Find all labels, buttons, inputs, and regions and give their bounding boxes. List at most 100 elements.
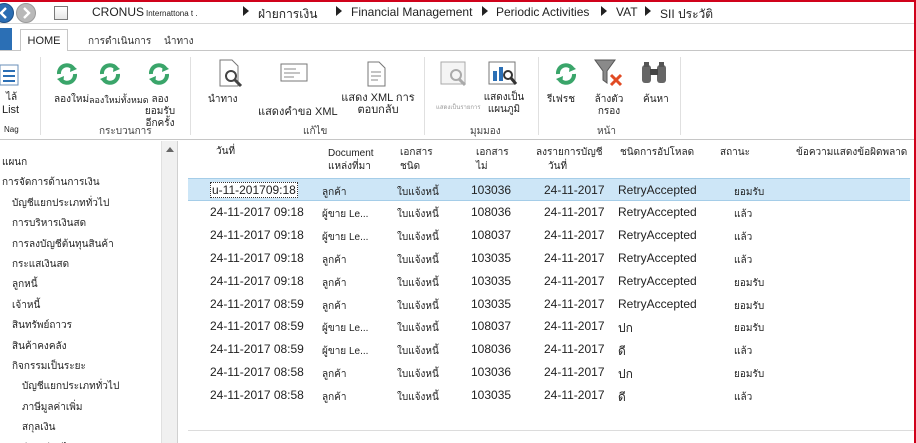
breadcrumb-sii-history[interactable]: SII ประวัติ [660, 5, 713, 24]
table-row[interactable]: 24-11-2017 09:18 ลูกค้า ใบแจ้งหนี้ 103035 24… [188, 247, 910, 270]
ribbon: ไล้ List Nag ลองใหม่ ลองใหม่ทั้งหมด ลองย… [0, 50, 914, 140]
ribbon-separator [40, 57, 41, 135]
table-row[interactable]: 24-11-2017 08:58 ลูกค้า ใบแจ้งหนี้ 103035 24… [188, 384, 910, 407]
show-as-chart-button[interactable]: แสดงเป็นแผนภูมิ [482, 92, 526, 116]
breadcrumb-financial-management[interactable]: Financial Management [351, 5, 472, 19]
cell-source: ลูกค้า [322, 392, 347, 404]
nav-item[interactable]: กระแสเงินสด [12, 257, 69, 272]
table-row[interactable]: 24-11-2017 08:58 ลูกค้า ใบแจ้งหนี้ 103036 24… [188, 361, 910, 384]
breadcrumb-company[interactable]: CRONUS [92, 5, 144, 19]
retry-icon [57, 63, 77, 85]
window-menu-icon[interactable] [54, 5, 68, 20]
col-header-posting-1[interactable]: ลงรายการบัญชี [536, 147, 603, 159]
col-header-status[interactable]: สถานะ [720, 147, 750, 159]
scroll-up-icon[interactable] [166, 147, 174, 152]
refresh-button[interactable]: รีเฟรช [547, 94, 575, 106]
group-label-view: มุมมอง [470, 126, 501, 137]
nav-item[interactable]: สินค้าคงคลัง [12, 339, 67, 354]
nav-item[interactable]: ลูกหนี้ [12, 277, 38, 292]
nav-item[interactable]: แผนก [2, 155, 27, 170]
navigate-button[interactable]: นำทาง [208, 94, 238, 106]
table-row[interactable]: 24-11-2017 09:18 ผู้ขาย Le... ใบแจ้งหนี้ 10… [188, 224, 910, 247]
forward-arrow-icon [23, 6, 31, 19]
nav-item[interactable]: การจัดการด้านการเงิน [2, 175, 100, 190]
breadcrumb-vat[interactable]: VAT [616, 5, 638, 19]
group-label-page: หน้า [597, 126, 617, 137]
ribbon-partial-label-2[interactable]: List [2, 104, 19, 116]
col-header-doc-type-2[interactable]: ชนิด [400, 161, 420, 173]
cell-type: ใบแจ้งหนี้ [397, 392, 439, 404]
col-header-document-1[interactable]: Document [328, 148, 374, 160]
ribbon-partial-label-1[interactable]: ไล้ [6, 92, 17, 104]
cell-source: ลูกค้า [322, 277, 347, 289]
cell-no: 103035 [471, 273, 512, 288]
cell-type: ใบแจ้งหนี้ [397, 254, 439, 266]
cell-date: 24-11-2017 08:59 [210, 296, 304, 311]
col-header-error-message[interactable]: ข้อความแสดงข้อผิดพลาด [796, 147, 907, 159]
nav-item[interactable]: เจ้าหนี้ [12, 298, 40, 313]
breadcrumb-separator-icon [645, 6, 651, 16]
tab-actions[interactable]: การดำเนินการ [88, 34, 151, 49]
cell-no: 103036 [471, 183, 512, 197]
grid-footer-line [188, 430, 914, 431]
back-button[interactable] [0, 2, 14, 23]
tab-home[interactable]: HOME [20, 29, 68, 51]
show-xml-request-button[interactable]: แสดงคำขอ XML [258, 106, 338, 118]
retry-all-button[interactable]: ลองใหม่ทั้งหมด [89, 94, 149, 106]
table-row[interactable]: 24-11-2017 09:18 ผู้ขาย Le... ใบแจ้งหนี้ 10… [188, 201, 910, 224]
find-button[interactable]: ค้นหา [643, 94, 669, 106]
cell-status: แล้ว [734, 208, 753, 220]
cell-no: 108036 [471, 342, 512, 357]
list-icon [0, 64, 19, 86]
nav-item[interactable]: การลงบัญชีต้นทุนสินค้า [12, 237, 114, 252]
group-label-edit: แก้ไข [303, 126, 328, 137]
col-header-doc-no-1[interactable]: เอกสาร [476, 147, 509, 159]
nav-item[interactable]: สกุลเงิน [22, 420, 55, 435]
cell-status: ยอมรับ [734, 323, 765, 335]
col-header-document-2[interactable]: แหล่งที่มา [328, 161, 371, 173]
retry-button[interactable]: ลองใหม่ [54, 94, 89, 106]
show-as-list-button[interactable]: แสดงเป็นรายการ [436, 102, 481, 114]
ribbon-partial-label-3: Nag [4, 125, 19, 134]
nav-item[interactable]: สินทรัพย์ถาวร [12, 318, 72, 333]
tab-navigate[interactable]: นำทาง [164, 34, 194, 49]
show-xml-response-button[interactable]: แสดง XML การตอบกลับ [338, 92, 418, 116]
file-tab-accent[interactable] [0, 28, 12, 52]
left-nav-scrollbar[interactable] [161, 141, 177, 443]
retry-all-icon [100, 63, 120, 85]
table-row[interactable]: 24-11-2017 08:59 ลูกค้า ใบแจ้งหนี้ 103035 24… [188, 293, 910, 316]
nav-item[interactable]: การบริหารเงินสด [12, 216, 86, 231]
nav-item[interactable]: ภาษีมูลค่าเพิ่ม [22, 400, 82, 415]
col-header-posting-2[interactable]: วันที่ [548, 161, 567, 173]
breadcrumb-company-sub: Internattona t . [146, 9, 198, 18]
cell-type: ใบแจ้งหนี้ [397, 346, 439, 358]
back-arrow-icon [0, 6, 7, 19]
sii-history-grid: วันที่ Document แหล่งที่มา เอกสาร ชนิด เ… [180, 141, 914, 443]
col-header-date[interactable]: วันที่ [216, 146, 235, 158]
cell-upload: RetryAccepted [618, 183, 697, 197]
cell-upload: RetryAccepted [618, 204, 697, 219]
breadcrumb-separator-icon [336, 6, 342, 16]
nav-item[interactable]: บัญชีแยกประเภททั่วไป [22, 379, 119, 394]
nav-item[interactable]: กิจกรรมเป็นระยะ [12, 359, 86, 374]
table-row[interactable]: 24-11-2017 08:59 ผู้ขาย Le... ใบแจ้งหนี้ 10… [188, 338, 910, 361]
navigate-doc-icon [219, 59, 243, 88]
col-header-doc-no-2[interactable]: ไม่ [476, 161, 488, 173]
cell-date: 24-11-2017 09:18 [210, 227, 304, 242]
table-row[interactable]: 24-11-2017 09:18 ลูกค้า ใบแจ้งหนี้ 103035 24… [188, 270, 910, 293]
breadcrumb-periodic-activities[interactable]: Periodic Activities [496, 5, 589, 19]
retry-accepted-icon [149, 63, 169, 85]
col-header-upload-type[interactable]: ชนิดการอัปโหลด [620, 147, 694, 159]
cell-posting: 24-11-2017 [544, 388, 605, 403]
table-row[interactable]: 24-11-2017 08:59 ผู้ขาย Le... ใบแจ้งหนี้ 10… [188, 315, 910, 338]
forward-button[interactable] [16, 2, 36, 23]
col-header-doc-type-1[interactable]: เอกสาร [400, 147, 433, 159]
table-row[interactable]: u-11-201709:18 ลูกค้า ใบแจ้งหนี้ 103036 24-1… [188, 178, 910, 201]
xml-response-icon [367, 61, 386, 87]
cell-source: ผู้ขาย Le... [322, 231, 369, 243]
breadcrumb-department[interactable]: ฝ่ายการเงิน [258, 5, 317, 24]
cell-no: 108037 [471, 227, 512, 242]
nav-item[interactable]: บัญชีแยกประเภททั่วไป [12, 196, 109, 211]
cell-no: 103035 [471, 296, 512, 311]
clear-filter-button[interactable]: ล้างตัวกรอง [589, 94, 629, 118]
